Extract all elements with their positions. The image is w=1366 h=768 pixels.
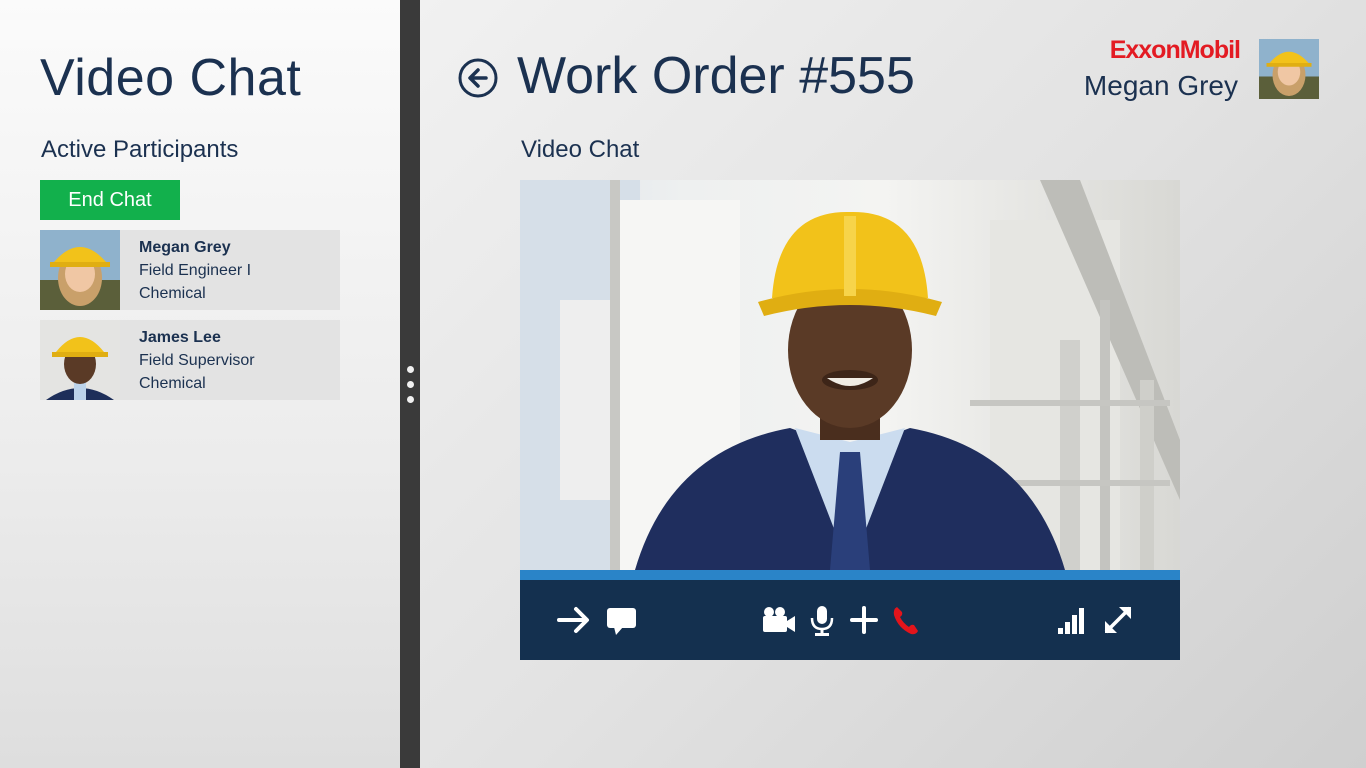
microphone-icon[interactable] xyxy=(804,604,840,636)
arrow-right-icon[interactable] xyxy=(556,604,592,636)
participant-department: Chemical xyxy=(139,375,206,392)
video-feed[interactable] xyxy=(520,180,1180,570)
participant-department: Chemical xyxy=(139,285,206,302)
page-title: Work Order #555 xyxy=(517,47,915,105)
participants-pane: Video Chat Active Participants End Chat … xyxy=(0,0,400,768)
pane-splitter[interactable] xyxy=(400,0,420,768)
end-chat-button[interactable]: End Chat xyxy=(40,180,180,220)
current-user-name: Megan Grey xyxy=(1083,70,1238,101)
video-camera-icon[interactable] xyxy=(760,604,796,636)
participant-role: Field Engineer I xyxy=(139,262,252,279)
participant-card-megan[interactable]: Megan Grey Field Engineer I Chemical xyxy=(40,230,340,310)
avatar xyxy=(40,230,120,310)
signal-bars-icon xyxy=(1054,604,1090,636)
back-arrow-circle-icon[interactable] xyxy=(458,58,498,98)
company-logo: ExxonMobil xyxy=(1109,36,1241,64)
speech-bubble-icon[interactable] xyxy=(604,604,640,636)
user-avatar[interactable] xyxy=(1259,39,1319,99)
grip-dot xyxy=(407,396,414,403)
active-participants-label: Active Participants xyxy=(41,136,239,163)
video-chat-label: Video Chat xyxy=(521,136,640,163)
participant-name: James Lee xyxy=(139,329,221,346)
plus-icon[interactable] xyxy=(846,604,882,636)
pane-title: Video Chat xyxy=(40,49,302,107)
participant-card-james[interactable]: James Lee Field Supervisor Chemical xyxy=(40,320,340,400)
video-progress-bar[interactable] xyxy=(520,570,1180,580)
grip-dot xyxy=(407,366,414,373)
expand-icon[interactable] xyxy=(1100,604,1136,636)
phone-hangup-icon[interactable] xyxy=(888,604,924,636)
work-order-pane: Work Order #555 ExxonMobil Megan Grey Vi… xyxy=(420,0,1366,768)
call-controls-bar xyxy=(520,580,1180,660)
grip-dot xyxy=(407,381,414,388)
participant-role: Field Supervisor xyxy=(139,352,255,369)
avatar xyxy=(40,320,120,400)
participant-name: Megan Grey xyxy=(139,239,231,256)
